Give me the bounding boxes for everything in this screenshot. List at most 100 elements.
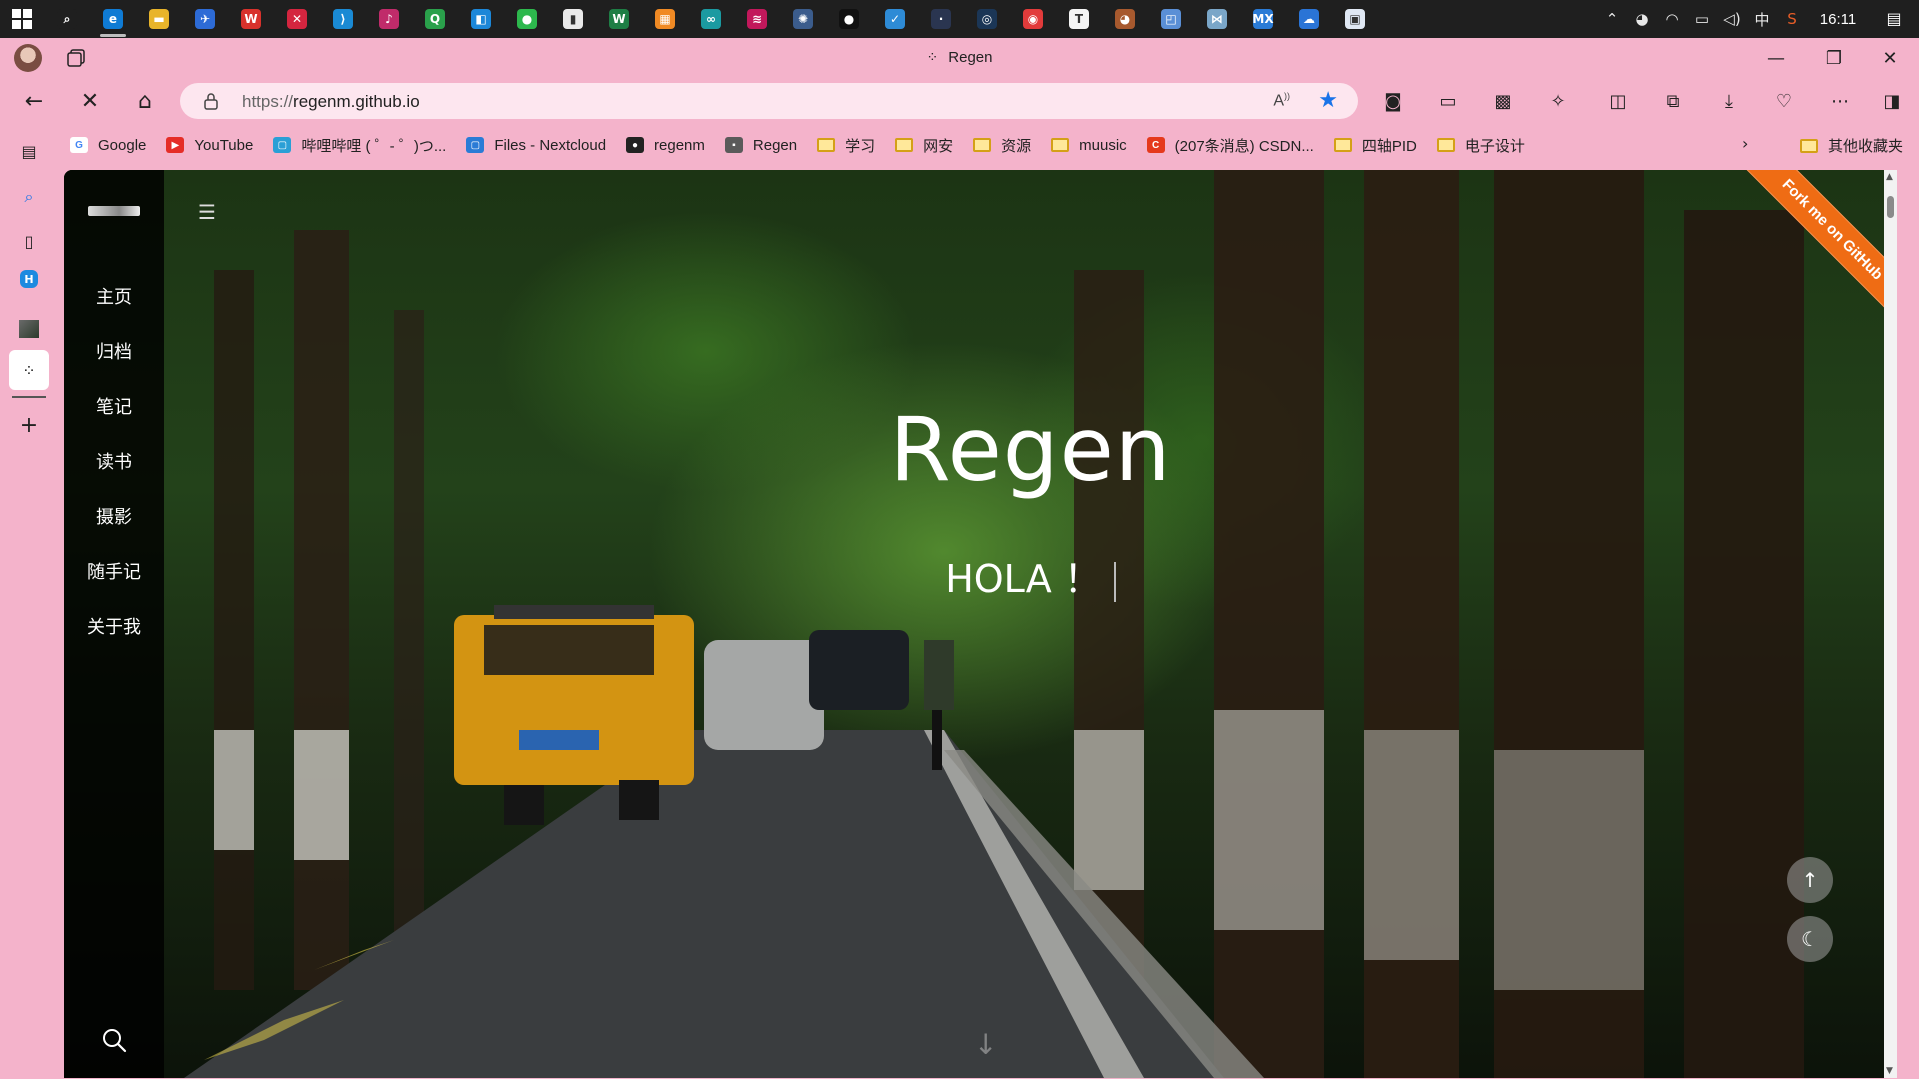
taskbar-app-app-blue[interactable]: ✈ [182, 0, 228, 38]
bookmark-item[interactable]: G Google [70, 137, 146, 154]
scroll-down-arrow-icon[interactable]: ↓ [974, 1028, 997, 1061]
site-nav-item[interactable]: 摄影 [64, 490, 164, 545]
scroll-up-icon[interactable]: ▲ [1886, 172, 1893, 182]
taskbar-app-netease[interactable]: ◉ [1010, 0, 1056, 38]
taskbar-app-onedrive[interactable]: ☁ [1286, 0, 1332, 38]
taskbar-app-excel[interactable]: W [596, 0, 642, 38]
wifi-icon[interactable]: ◠ [1657, 10, 1687, 28]
taskbar-app-app-screen[interactable]: ▣ [1332, 0, 1378, 38]
site-nav-item[interactable]: 随手记 [64, 545, 164, 600]
bookmark-item[interactable]: ▶ YouTube [166, 137, 253, 154]
taskbar-app-app-window[interactable]: ◰ [1148, 0, 1194, 38]
site-search-icon[interactable] [100, 1026, 128, 1054]
favorite-star-icon[interactable]: ★ [1318, 88, 1338, 113]
taskbar-app-xmind[interactable]: ✕ [274, 0, 320, 38]
browser-essentials-icon[interactable]: ♡ [1768, 86, 1800, 116]
bookmark-item[interactable]: ▢ 哔哩哔哩 ( ゜- ゜)つ... [273, 135, 446, 156]
url-text[interactable]: https://regenm.github.io [242, 92, 420, 112]
bookmarks-overflow-chevron-icon[interactable]: › [1742, 134, 1748, 153]
back-to-top-button[interactable]: ↑ [1787, 857, 1833, 903]
page-scrollbar[interactable]: ▲ ▼ [1884, 170, 1897, 1078]
sidebar-toggle-icon[interactable]: ◨ [1876, 86, 1908, 116]
taskbar-app-app-orange[interactable]: ◧ [458, 0, 504, 38]
bookmark-item[interactable]: C (207条消息) CSDN... [1146, 135, 1314, 156]
taskbar-app-app-butterfly[interactable]: ⋈ [1194, 0, 1240, 38]
qr-code-icon[interactable]: ▩ [1487, 86, 1519, 116]
taskbar-app-file-explorer[interactable]: ▬ [136, 0, 182, 38]
site-nav-item[interactable]: 关于我 [64, 600, 164, 655]
minimize-button[interactable]: — [1748, 38, 1804, 78]
taskbar-app-vscode[interactable]: ⟩ [320, 0, 366, 38]
taskbar-app-app-green[interactable]: Q [412, 0, 458, 38]
stop-loading-button[interactable]: ✕ [72, 84, 108, 118]
bookmark-item[interactable]: 网安 [895, 135, 953, 156]
scroll-down-icon[interactable]: ▼ [1886, 1066, 1893, 1076]
taskbar-app-app-bear[interactable]: ◕ [1102, 0, 1148, 38]
bookmark-item[interactable]: ▢ Files - Nextcloud [466, 137, 606, 154]
tray-cat-icon[interactable]: ◕ [1627, 10, 1657, 28]
bookmark-item[interactable]: 四轴PID [1333, 135, 1417, 156]
bookmark-label: 哔哩哔哩 ( ゜- ゜)つ... [301, 137, 447, 155]
address-bar[interactable]: https://regenm.github.io A)) ★ [180, 83, 1358, 119]
home-button[interactable]: ⌂ [127, 84, 163, 118]
site-nav-item[interactable]: 读书 [64, 435, 164, 490]
taskbar-app-app-grid[interactable]: ▦ [642, 0, 688, 38]
taskbar-app-arduino[interactable]: ∞ [688, 0, 734, 38]
back-button[interactable]: ← [16, 84, 52, 118]
extension-glasses-icon[interactable]: ◙ [1377, 86, 1409, 116]
bookmark-item[interactable]: 学习 [817, 135, 875, 156]
notification-center-icon[interactable]: ▤ [1869, 9, 1919, 29]
volume-icon[interactable]: ◁) [1717, 10, 1747, 28]
sidebar-h-app-icon[interactable]: H [20, 270, 38, 288]
tray-app-s-icon[interactable]: S [1777, 10, 1807, 28]
site-nav-item[interactable]: 笔记 [64, 380, 164, 435]
site-nav-item[interactable]: 主页 [64, 270, 164, 325]
start-button[interactable] [0, 0, 44, 38]
battery-icon[interactable]: ▭ [1687, 10, 1717, 28]
restore-button[interactable]: ❐ [1806, 38, 1862, 78]
hamburger-menu-icon[interactable]: ☰ [198, 200, 216, 224]
taskbar-app-app-robot[interactable]: ✺ [780, 0, 826, 38]
taskbar-app-search[interactable]: ⌕ [44, 0, 90, 38]
sidebar-search-icon[interactable]: ⌕ [14, 182, 44, 212]
taskbar-app-app-check[interactable]: ✓ [872, 0, 918, 38]
collections-icon[interactable]: ⧉ [1657, 86, 1689, 116]
tray-overflow-chevron-icon[interactable]: ⌃ [1597, 10, 1627, 28]
extension-folder-icon[interactable]: ▭ [1432, 86, 1464, 116]
close-window-button[interactable]: ✕ [1862, 38, 1918, 78]
vertical-tabs-icon[interactable]: ▤ [14, 136, 44, 166]
taskbar-app-notepad[interactable]: ▮ [550, 0, 596, 38]
extensions-puzzle-icon[interactable]: ✧ [1542, 86, 1574, 116]
bookmark-item[interactable]: 电子设计 [1436, 135, 1525, 156]
sidebar-add-icon[interactable]: + [14, 410, 44, 440]
other-bookmarks[interactable]: 其他收藏夹 [1800, 135, 1903, 156]
taskbar-app-app-dark[interactable]: · [918, 0, 964, 38]
site-nav-item[interactable]: 归档 [64, 325, 164, 380]
taskbar-app-wechat[interactable]: ● [504, 0, 550, 38]
taskbar-app-edge[interactable]: e [90, 0, 136, 38]
taskbar-app-app-pink[interactable]: ♪ [366, 0, 412, 38]
bookmark-item[interactable]: 资源 [973, 135, 1031, 156]
taskbar-app-typora[interactable]: T [1056, 0, 1102, 38]
taskbar-app-qq[interactable]: ● [826, 0, 872, 38]
dark-mode-toggle[interactable]: ☾ [1787, 916, 1833, 962]
settings-more-icon[interactable]: ⋯ [1824, 86, 1856, 116]
bookmark-item[interactable]: ● regenm [626, 137, 705, 154]
sidebar-active-tab-icon[interactable]: ⁘ [9, 350, 49, 390]
taskbar-app-wps[interactable]: W [228, 0, 274, 38]
ime-indicator[interactable]: 中 [1747, 9, 1777, 30]
downloads-icon[interactable]: ⤓ [1713, 86, 1745, 116]
sidebar-page-icon[interactable]: ▯ [14, 226, 44, 256]
bookmark-item[interactable]: muusic [1051, 137, 1127, 154]
split-screen-icon[interactable]: ◫ [1602, 86, 1634, 116]
scrollbar-thumb[interactable] [1887, 196, 1894, 218]
sidebar-regen-thumb-icon[interactable] [14, 314, 44, 344]
taskbar-app-steam[interactable]: ◎ [964, 0, 1010, 38]
bookmark-item[interactable]: ▪ Regen [724, 137, 797, 154]
read-aloud-icon[interactable]: A)) [1273, 91, 1290, 110]
taskbar-app-mx[interactable]: MX [1240, 0, 1286, 38]
lock-icon[interactable] [202, 92, 220, 110]
taskbar-app-app-rss[interactable]: ≋ [734, 0, 780, 38]
taskbar-clock[interactable]: 16:11 [1807, 11, 1869, 28]
site-logo[interactable] [88, 206, 140, 216]
